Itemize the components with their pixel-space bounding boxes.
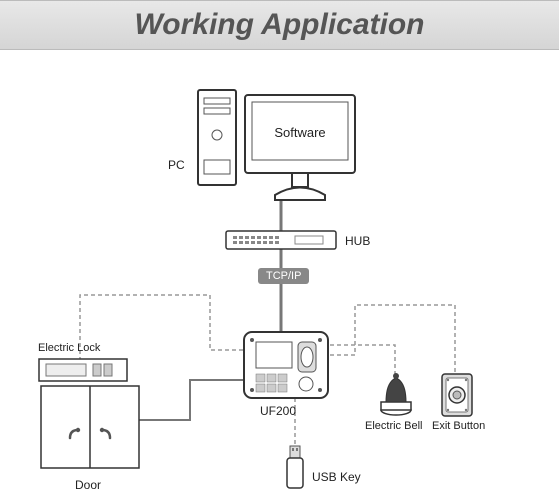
usb-icon [283,445,307,491]
door-label: Door [75,478,101,492]
exit-label: Exit Button [432,420,485,432]
pc-label: PC [168,158,185,172]
controller-label: UF200 [260,404,296,418]
diagram-canvas: Software PC HUB TCP/IP [0,50,559,501]
usb-label: USB Key [312,470,361,484]
controller-icon [242,330,330,402]
lock-node [38,358,128,388]
software-label: Software [260,125,340,140]
exit-node [440,372,474,418]
title-bar: Working Application [0,0,559,50]
door-icon [40,385,140,475]
bell-icon [378,372,414,418]
pc-icon [190,80,370,210]
protocol-label: TCP/IP [266,270,301,282]
protocol-badge: TCP/IP [258,268,309,284]
page-title: Working Application [135,8,425,42]
bell-label: Electric Bell [365,420,422,432]
usb-node [283,445,307,491]
lock-icon [38,358,128,388]
hub-icon [225,230,337,252]
hub-node [225,230,337,252]
hub-label: HUB [345,234,370,248]
exit-button-icon [440,372,474,418]
controller-node [242,330,330,402]
lock-label: Electric Lock [38,342,100,354]
door-node [40,385,140,475]
bell-node [378,372,414,418]
pc-node: Software [190,80,370,210]
